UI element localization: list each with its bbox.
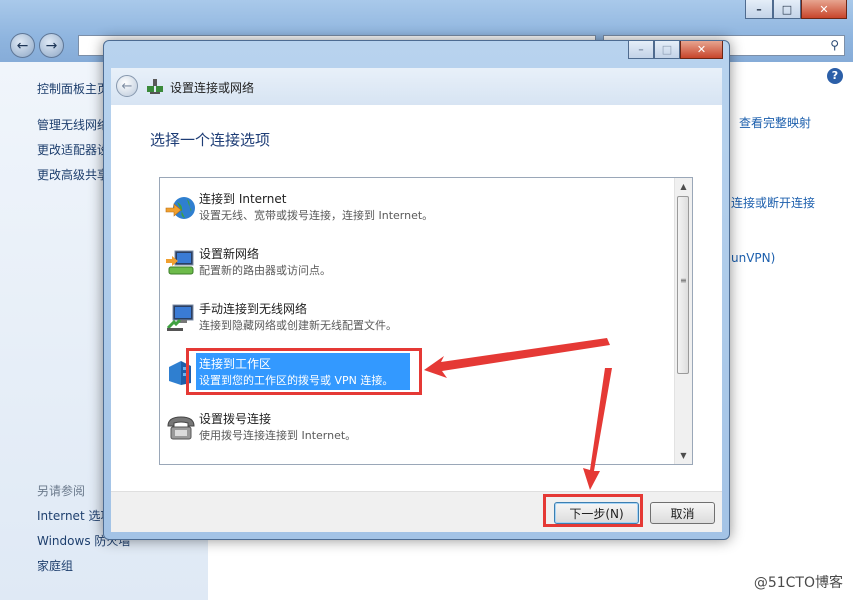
option-description: 连接到隐藏网络或创建新无线配置文件。 xyxy=(199,319,397,332)
question-icon[interactable]: ? xyxy=(827,68,843,84)
dialog-back-button[interactable]: ← xyxy=(116,75,138,97)
vpn-link[interactable]: unVPN) xyxy=(731,251,775,265)
sidebar-item-manage-wireless[interactable]: 管理无线网络 xyxy=(37,116,109,133)
scroll-thumb[interactable]: ≡ xyxy=(677,196,689,374)
option-connect-internet[interactable]: 连接到 Internet 设置无线、宽带或拨号连接，连接到 Internet。 xyxy=(160,188,676,232)
scroll-up-arrow-icon[interactable]: ▲ xyxy=(675,178,692,195)
dialog-header: ← 设置连接或网络 xyxy=(111,68,722,105)
arrow-left-icon: ← xyxy=(16,37,29,54)
cancel-button[interactable]: 取消 xyxy=(650,502,715,524)
option-description: 设置无线、宽带或拨号连接，连接到 Internet。 xyxy=(199,209,434,222)
view-full-map-link[interactable]: 查看完整映射 xyxy=(739,114,811,131)
option-description: 使用拨号连接连接到 Internet。 xyxy=(199,429,357,442)
forward-button[interactable]: → xyxy=(39,33,64,58)
option-title: 手动连接到无线网络 xyxy=(199,302,308,316)
option-dialup[interactable]: 设置拨号连接 使用拨号连接连接到 Internet。 xyxy=(160,408,676,452)
option-title: 设置新网络 xyxy=(199,247,260,261)
back-button[interactable]: ← xyxy=(10,33,35,58)
router-icon xyxy=(166,250,194,275)
minimize-button[interactable]: – xyxy=(745,0,773,19)
list-scrollbar[interactable]: ▲ ≡ ▼ xyxy=(674,178,692,464)
magnifier-icon[interactable]: ⚲ xyxy=(830,38,839,52)
see-also-homegroup[interactable]: 家庭组 xyxy=(37,557,73,574)
setup-connection-dialog: – □ ✕ ← 设置连接或网络 选择一个连接选项 连接到 Internet 设置… xyxy=(103,40,730,540)
option-new-network[interactable]: 设置新网络 配置新的路由器或访问点。 xyxy=(160,243,676,287)
connection-options-list[interactable]: 连接到 Internet 设置无线、宽带或拨号连接，连接到 Internet。 … xyxy=(159,177,693,465)
dialog-maximize-button[interactable]: □ xyxy=(654,41,680,59)
arrow-right-icon: → xyxy=(45,37,58,54)
close-button[interactable]: ✕ xyxy=(801,0,847,19)
maximize-button[interactable]: □ xyxy=(773,0,801,19)
see-also-internet-options[interactable]: Internet 选项 xyxy=(37,507,112,524)
arrow-left-icon: ← xyxy=(121,78,133,94)
option-title: 设置拨号连接 xyxy=(199,412,272,426)
annotation-box-next xyxy=(543,494,643,527)
sidebar-item-home[interactable]: 控制面板主页 xyxy=(37,80,109,97)
dialog-body: 选择一个连接选项 连接到 Internet 设置无线、宽带或拨号连接，连接到 I… xyxy=(111,105,722,491)
option-description: 配置新的路由器或访问点。 xyxy=(199,264,331,277)
dialog-minimize-button[interactable]: – xyxy=(628,41,654,59)
annotation-box-option xyxy=(186,348,422,395)
grip-icon: ≡ xyxy=(680,276,687,285)
scroll-down-arrow-icon[interactable]: ▼ xyxy=(675,447,692,464)
page-title: 选择一个连接选项 xyxy=(150,131,271,149)
option-title: 连接到 Internet xyxy=(199,192,287,206)
dialog-close-button[interactable]: ✕ xyxy=(680,41,723,59)
see-also-header: 另请参阅 xyxy=(37,484,86,498)
connect-disconnect-link[interactable]: 连接或断开连接 xyxy=(731,194,815,211)
globe-icon xyxy=(165,197,195,219)
wireless-monitor-icon xyxy=(166,304,194,331)
watermark: @51CTO博客 xyxy=(753,575,843,591)
option-manual-wireless[interactable]: 手动连接到无线网络 连接到隐藏网络或创建新无线配置文件。 xyxy=(160,298,676,342)
phone-icon xyxy=(167,416,195,440)
dialog-title: 设置连接或网络 xyxy=(170,81,255,95)
network-setup-icon xyxy=(147,79,163,94)
